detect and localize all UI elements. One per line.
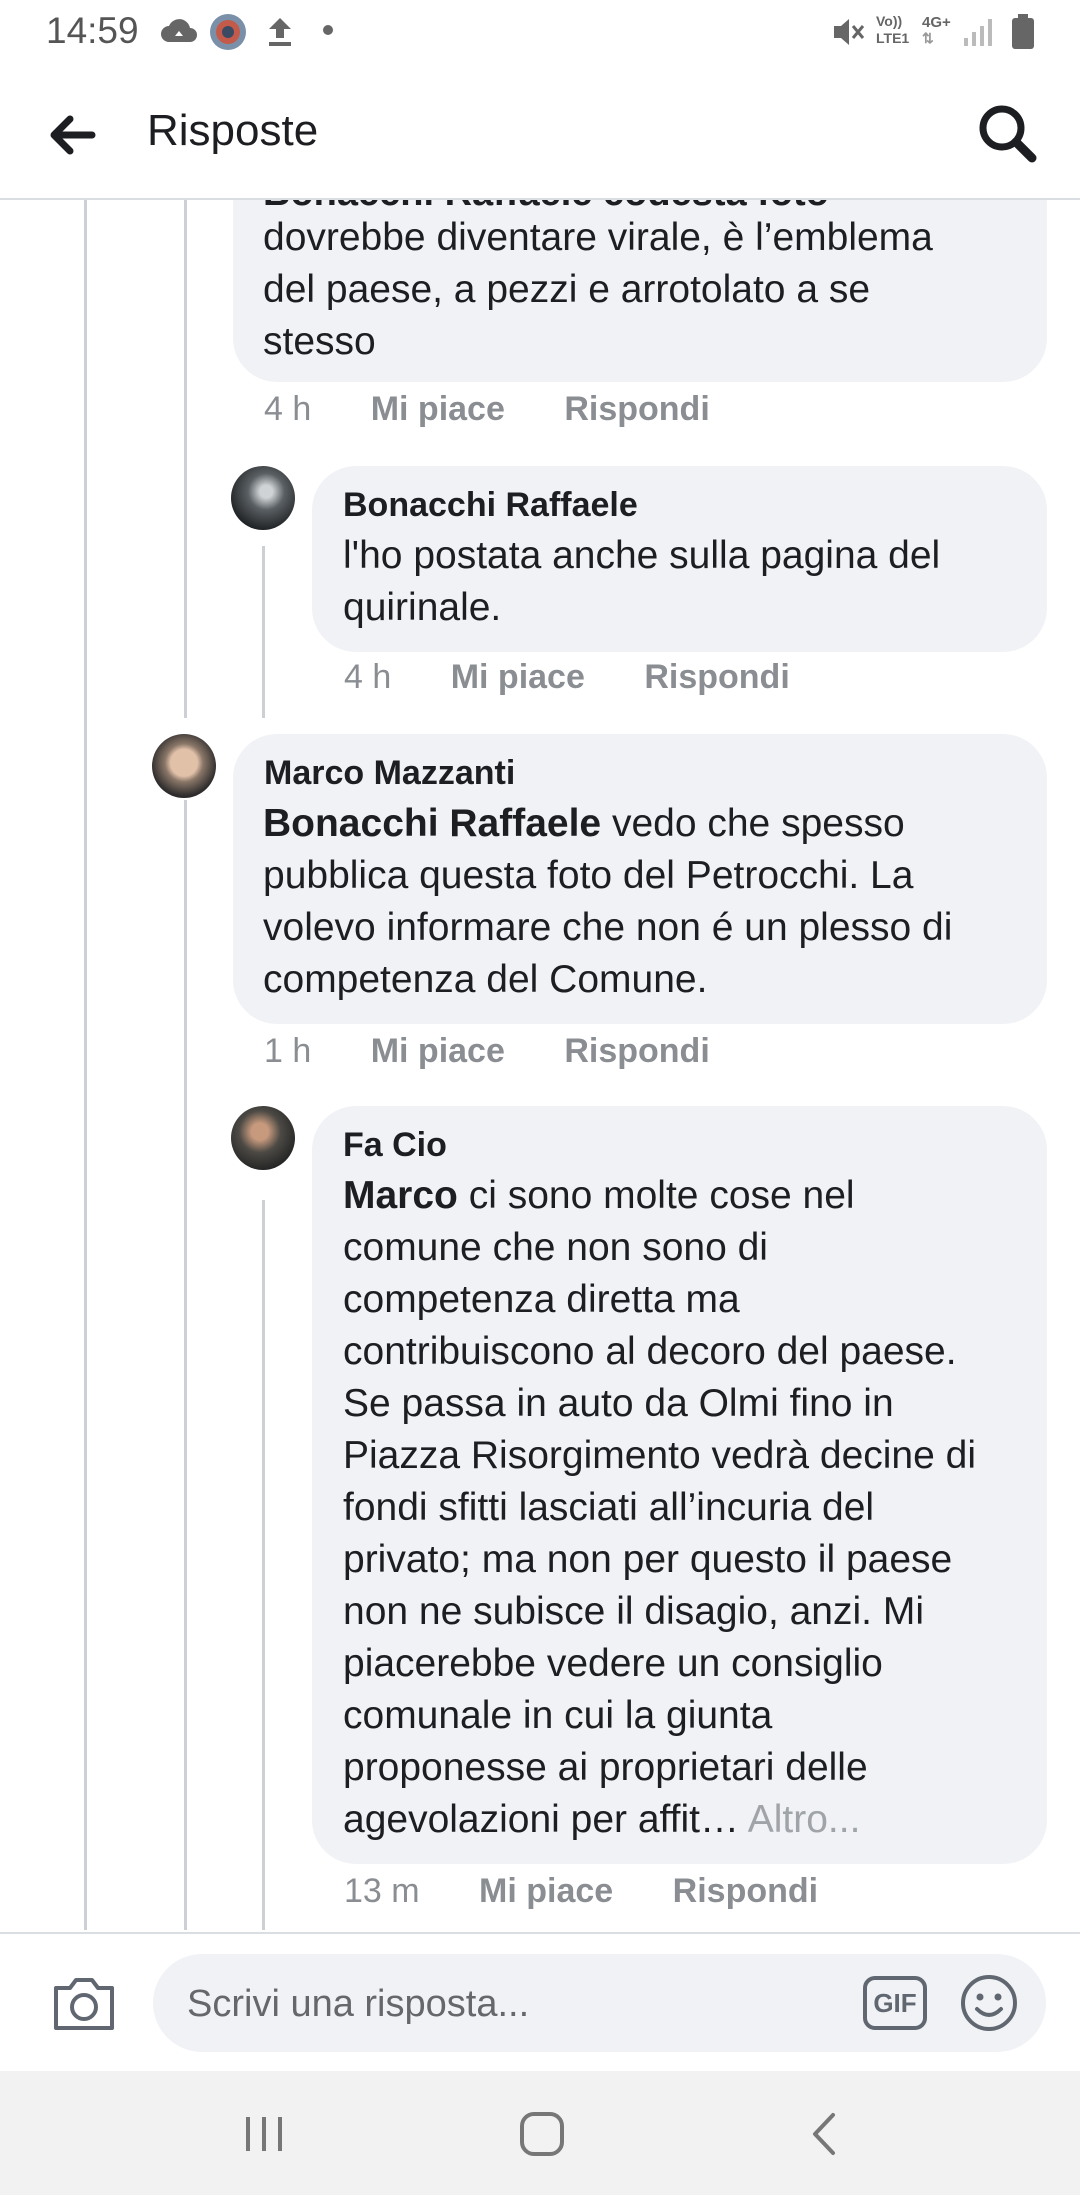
comment-meta: 1 h Mi piace Rispondi <box>264 1032 710 1071</box>
like-button[interactable]: Mi piace <box>371 390 505 428</box>
data-arrows-icon: ⇅ <box>922 30 934 46</box>
network-4g-icon: 4G+ ⇅ <box>922 14 951 45</box>
battery-icon <box>1012 14 1034 49</box>
comment-author[interactable]: Marco Mazzanti <box>264 754 515 793</box>
arrow-left-icon[interactable] <box>40 100 110 170</box>
signal-icon <box>964 19 992 46</box>
thread-line <box>262 1200 265 1930</box>
replies-list: Bonacchi Raffaele codesta foto dovrebbe … <box>0 200 1080 1930</box>
avatar[interactable] <box>231 1106 295 1170</box>
volte-icon: Vo)) LTE1 <box>876 13 910 46</box>
mention-link[interactable]: Marco <box>343 1174 458 1217</box>
comment-text: dovrebbe diventare virale, è l’emblema d… <box>263 216 933 363</box>
comment-meta: 4 h Mi piace Rispondi <box>264 390 710 429</box>
comment-text: Bonacchi Raffaele vedo che spesso pubbli… <box>263 798 1033 1006</box>
thread-line <box>184 800 187 1930</box>
search-icon[interactable] <box>972 98 1042 168</box>
network-label: 4G+ <box>922 14 951 31</box>
comment-text: Marco ci sono molte cose nel comune che … <box>343 1170 1043 1846</box>
mute-icon <box>834 19 865 45</box>
see-more-link[interactable]: Altro... <box>739 1798 861 1841</box>
recent-apps-icon[interactable] <box>234 2107 294 2161</box>
smiley-icon[interactable] <box>959 1973 1019 2033</box>
reply-composer: GIF <box>0 1932 1080 2072</box>
upload-icon <box>269 18 291 46</box>
like-button[interactable]: Mi piace <box>451 658 585 696</box>
comment-time: 13 m <box>344 1872 420 1910</box>
app-badge-icon <box>210 14 246 50</box>
thread-line <box>84 200 87 1930</box>
comment-text: l'ho postata anche sulla pagina del quir… <box>343 534 941 629</box>
reply-button[interactable]: Rispondi <box>564 390 709 428</box>
page-title: Risposte <box>147 106 319 155</box>
system-nav-bar <box>0 2071 1080 2195</box>
home-icon[interactable] <box>512 2107 572 2161</box>
thread-line <box>262 546 265 718</box>
mention-link[interactable]: Bonacchi Raffaele <box>263 802 601 845</box>
avatar[interactable] <box>231 466 295 530</box>
comment-time: 4 h <box>344 658 392 696</box>
reply-button[interactable]: Rispondi <box>644 658 789 696</box>
comment-author[interactable]: Fa Cio <box>343 1126 447 1165</box>
status-time: 14:59 <box>46 10 139 51</box>
like-button[interactable]: Mi piace <box>371 1032 505 1070</box>
avatar[interactable] <box>152 734 216 798</box>
comment-time: 4 h <box>264 390 312 428</box>
comment-meta: 13 m Mi piace Rispondi <box>344 1872 818 1911</box>
comment-author[interactable]: Bonacchi Raffaele <box>343 486 638 525</box>
back-icon[interactable] <box>795 2107 855 2161</box>
comment-body: ci sono molte cose nel comune che non so… <box>343 1174 976 1841</box>
camera-icon[interactable] <box>50 1974 118 2034</box>
thread-line <box>184 200 187 718</box>
status-bar: 14:59 Vo)) LTE1 4G+ ⇅ <box>0 0 1080 64</box>
gif-label: GIF <box>873 1988 917 2018</box>
reply-button[interactable]: Rispondi <box>673 1872 818 1910</box>
app-header: Risposte <box>0 70 1080 200</box>
comment-time: 1 h <box>264 1032 312 1070</box>
dot-icon <box>323 25 333 35</box>
reply-box: GIF <box>153 1954 1046 2054</box>
reply-button[interactable]: Rispondi <box>564 1032 709 1070</box>
reply-input[interactable] <box>185 1954 829 2054</box>
cloud-sync-icon <box>161 19 197 42</box>
gif-button[interactable]: GIF <box>863 1976 927 2030</box>
comment-meta: 4 h Mi piace Rispondi <box>344 658 790 697</box>
like-button[interactable]: Mi piace <box>479 1872 613 1910</box>
